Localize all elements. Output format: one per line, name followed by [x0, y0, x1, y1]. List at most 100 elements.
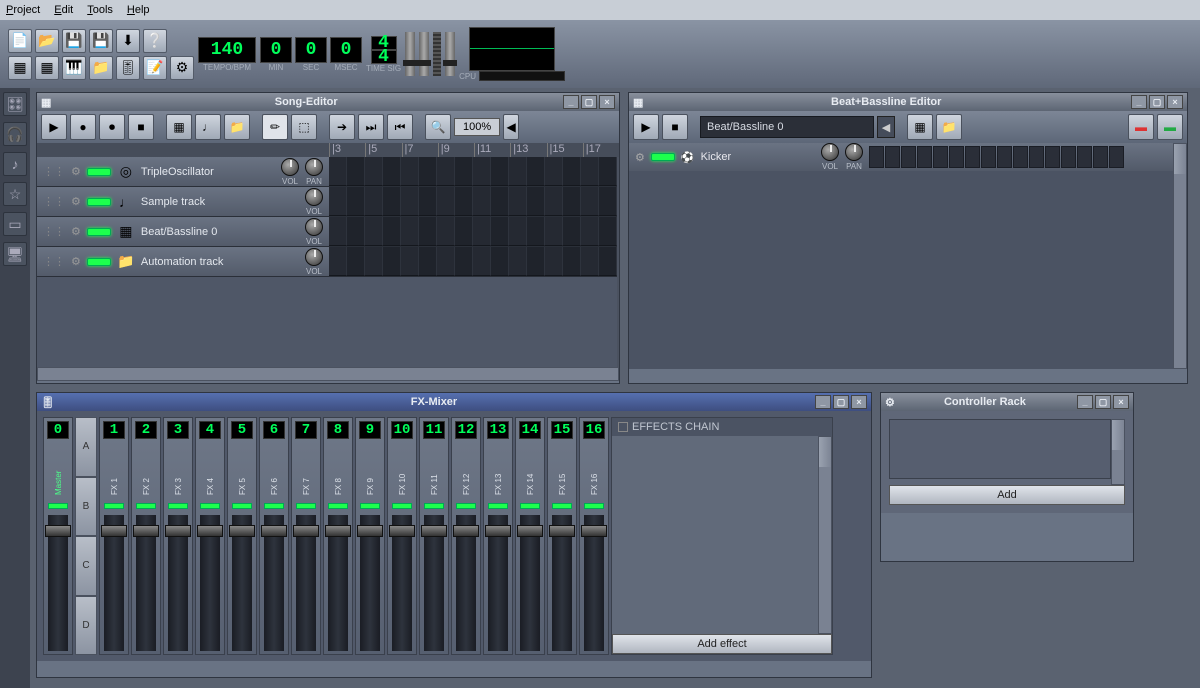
track-mute-led[interactable]: [87, 258, 111, 266]
mixer-channel[interactable]: 10FX 10: [387, 417, 417, 655]
mixer-channel[interactable]: 16FX 16: [579, 417, 609, 655]
new-project-button[interactable]: 📄: [8, 29, 32, 53]
mixer-channel[interactable]: 11FX 11: [419, 417, 449, 655]
mixer-channel[interactable]: 6FX 6: [259, 417, 289, 655]
channel-led[interactable]: [48, 503, 68, 509]
bb-titlebar[interactable]: ▦ Beat+Bassline Editor _ ▢ ×: [629, 93, 1187, 111]
track-name[interactable]: Sample track: [141, 196, 299, 208]
channel-led[interactable]: [264, 503, 284, 509]
step-cell[interactable]: [869, 146, 884, 168]
gear-icon[interactable]: ⚙: [71, 195, 81, 208]
send-button-a[interactable]: A: [75, 417, 97, 477]
channel-led[interactable]: [296, 503, 316, 509]
mixer-channel[interactable]: 15FX 15: [547, 417, 577, 655]
close-button[interactable]: ×: [1167, 95, 1183, 109]
fx-mixer-button[interactable]: 🎚: [116, 56, 140, 80]
vol-knob[interactable]: [281, 158, 299, 176]
step-cell[interactable]: [949, 146, 964, 168]
channel-fader[interactable]: [168, 515, 188, 651]
close-button[interactable]: ×: [1113, 395, 1129, 409]
zoom-dropdown[interactable]: ◀: [503, 114, 519, 140]
track-mute-led[interactable]: [87, 168, 111, 176]
mixer-titlebar[interactable]: 🎚 FX-Mixer _ ▢ ×: [37, 393, 871, 411]
bb-add-track-button[interactable]: ▦: [907, 114, 933, 140]
projects-tab[interactable]: ▭: [3, 212, 27, 236]
track-timeline[interactable]: [329, 247, 617, 276]
step-cell[interactable]: [965, 146, 980, 168]
step-cell[interactable]: [885, 146, 900, 168]
zoom-display[interactable]: 100%: [454, 118, 500, 136]
maximize-button[interactable]: ▢: [833, 395, 849, 409]
channel-fader[interactable]: [232, 515, 252, 651]
channel-led[interactable]: [424, 503, 444, 509]
mixer-channel[interactable]: 7FX 7: [291, 417, 321, 655]
record-step-button[interactable]: ⏺: [99, 114, 125, 140]
master-pan-slider[interactable]: [445, 32, 455, 76]
channel-fader[interactable]: [104, 515, 124, 651]
grip-icon[interactable]: ⋮⋮: [43, 195, 65, 208]
song-vscroll[interactable]: [617, 157, 619, 367]
vol-knob[interactable]: [305, 248, 323, 266]
channel-led[interactable]: [488, 503, 508, 509]
add-automation-button[interactable]: 📁: [224, 114, 250, 140]
gear-icon[interactable]: ⚙: [71, 225, 81, 238]
channel-fader[interactable]: [48, 515, 68, 651]
master-volume-slider[interactable]: [405, 32, 415, 76]
bb-stop-button[interactable]: ■: [662, 114, 688, 140]
bb-vol-knob[interactable]: [821, 143, 839, 161]
close-button[interactable]: ×: [851, 395, 867, 409]
channel-led[interactable]: [552, 503, 572, 509]
song-ruler[interactable]: |3|5|7|9|11|13|15|17: [37, 143, 619, 157]
menu-tools[interactable]: Tools: [87, 4, 113, 16]
mixer-channel[interactable]: 5FX 5: [227, 417, 257, 655]
bb-play-button[interactable]: ▶: [633, 114, 659, 140]
automation-button[interactable]: 📁: [89, 56, 113, 80]
computer-tab[interactable]: 🖥: [3, 242, 27, 266]
step-cell[interactable]: [933, 146, 948, 168]
channel-led[interactable]: [360, 503, 380, 509]
bb-add-automation-button[interactable]: 📁: [936, 114, 962, 140]
gear-icon[interactable]: ⚙: [635, 151, 645, 164]
track-timeline[interactable]: [329, 187, 617, 216]
gear-icon[interactable]: ⚙: [71, 165, 81, 178]
save-as-button[interactable]: 💾: [89, 29, 113, 53]
add-effect-button[interactable]: Add effect: [612, 634, 832, 654]
channel-fader[interactable]: [392, 515, 412, 651]
step-cell[interactable]: [981, 146, 996, 168]
play-button[interactable]: ▶: [41, 114, 67, 140]
step-cell[interactable]: [1045, 146, 1060, 168]
grip-icon[interactable]: ⋮⋮: [43, 255, 65, 268]
mixer-channel[interactable]: 9FX 9: [355, 417, 385, 655]
maximize-button[interactable]: ▢: [1149, 95, 1165, 109]
bb-vscroll[interactable]: [1173, 143, 1187, 369]
menu-project[interactable]: Project: [6, 4, 40, 16]
whatsthis-button[interactable]: ❔: [143, 29, 167, 53]
channel-fader[interactable]: [488, 515, 508, 651]
track-timeline[interactable]: [329, 217, 617, 246]
channel-led[interactable]: [328, 503, 348, 509]
close-button[interactable]: ×: [599, 95, 615, 109]
bb-pan-knob[interactable]: [845, 143, 863, 161]
mixer-channel[interactable]: 3FX 3: [163, 417, 193, 655]
send-button-c[interactable]: C: [75, 536, 97, 596]
channel-fader[interactable]: [136, 515, 156, 651]
song-editor-titlebar[interactable]: ▦ Song-Editor _ ▢ ×: [37, 93, 619, 111]
track-mute-led[interactable]: [87, 198, 111, 206]
step-cell[interactable]: [917, 146, 932, 168]
channel-fader[interactable]: [296, 515, 316, 651]
favorites-tab[interactable]: ☆: [3, 182, 27, 206]
step-cell[interactable]: [997, 146, 1012, 168]
ctrl-vscroll[interactable]: [1111, 419, 1125, 485]
controller-titlebar[interactable]: ⚙ Controller Rack _ ▢ ×: [881, 393, 1133, 411]
step-cell[interactable]: [901, 146, 916, 168]
fx-vscroll[interactable]: [818, 436, 832, 634]
track-name[interactable]: Beat/Bassline 0: [141, 226, 299, 238]
channel-led[interactable]: [456, 503, 476, 509]
track-name[interactable]: Automation track: [141, 256, 299, 268]
channel-fader[interactable]: [328, 515, 348, 651]
mixer-channel[interactable]: 4FX 4: [195, 417, 225, 655]
track-mute-led[interactable]: [651, 153, 675, 161]
vol-knob[interactable]: [305, 188, 323, 206]
channel-led[interactable]: [168, 503, 188, 509]
piano-roll-button[interactable]: 🎹: [62, 56, 86, 80]
